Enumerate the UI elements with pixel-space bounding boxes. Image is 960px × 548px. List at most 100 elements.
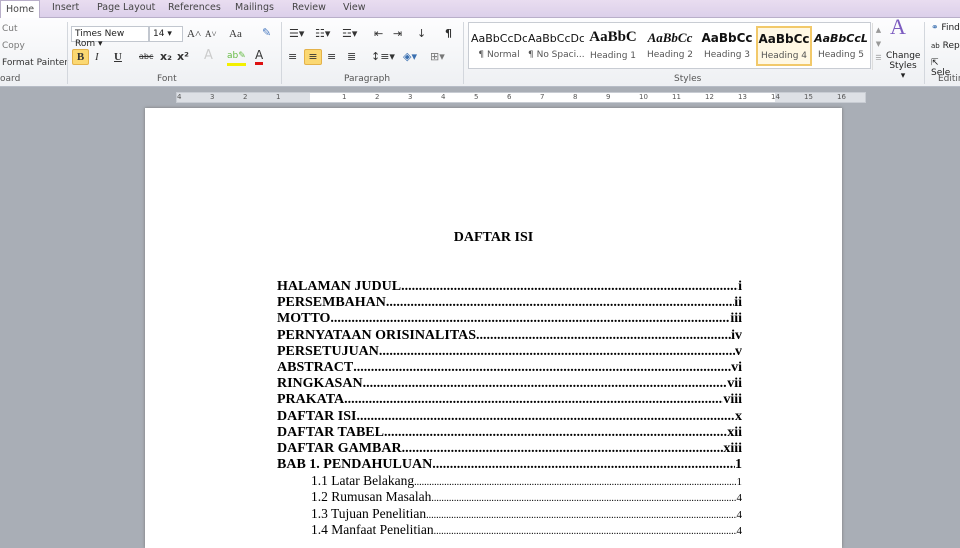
highlight-icon[interactable]: ab✎ [227,49,246,66]
tab-mailings[interactable]: Mailings [235,2,274,13]
bullets-icon[interactable]: ☰▾ [289,27,304,41]
line-spacing-icon[interactable]: ↕≡▾ [371,50,395,64]
style-name: Heading 3 [703,50,751,60]
ruler-number: 4 [177,93,182,101]
show-marks-icon[interactable]: ¶ [445,27,452,41]
tab-review[interactable]: Review [292,2,326,13]
toc-entry[interactable]: ABSTRACT vi [277,360,742,376]
italic-button[interactable]: I [95,50,99,64]
multilevel-list-icon[interactable]: ☲▾ [342,27,357,41]
gallery-scroll[interactable]: ▲ ▼ ☰ [872,23,884,70]
tab-home[interactable]: Home [0,0,41,19]
align-right-icon[interactable]: ≡ [327,50,336,64]
font-name-select[interactable]: Times New Rom ▾ [71,26,149,49]
toc-page-number: ii [734,295,742,311]
style-heading-2[interactable]: AaBbCc Heading 2 [642,26,698,66]
superscript-button[interactable]: x² [177,50,189,64]
ruler-number: 8 [573,93,578,101]
toc-entry[interactable]: 1.3 Tujuan Penelitian 4 [277,506,742,522]
text-effects-icon[interactable]: A [204,49,213,63]
ruler-number: 10 [639,93,648,101]
toc-entry-text: BAB 1. PENDAHULUAN [277,457,433,473]
style-no-spacing[interactable]: AaBbCcDc ¶ No Spaci... [528,26,585,66]
find-button[interactable]: ⚭ Find [931,23,960,33]
toc-entry[interactable]: 1.1 Latar Belakang 1 [277,473,742,489]
style-name: Heading 2 [646,50,694,60]
style-name: Heading 1 [589,51,637,61]
align-center-icon[interactable]: ≡ [304,49,322,65]
toc-entry[interactable]: DAFTAR GAMBAR xiii [277,441,742,457]
cut-button[interactable]: Cut [2,24,18,34]
style-preview: AaBbCc [701,31,753,45]
tab-references[interactable]: References [168,2,221,13]
toc-entry[interactable]: PRAKATA viii [277,392,742,408]
decrease-indent-icon[interactable]: ⇤ [374,27,383,41]
style-heading-4[interactable]: AaBbCc Heading 4 [756,26,812,66]
style-heading-3[interactable]: AaBbCc Heading 3 [699,26,755,66]
toc-entry-text: PERNYATAAN ORISINALITAS [277,327,477,343]
underline-button[interactable]: U [114,50,122,64]
copy-button[interactable]: Copy [2,41,25,51]
ruler-number: 2 [375,93,380,101]
binoculars-icon: ⚭ [931,23,939,33]
increase-indent-icon[interactable]: ⇥ [393,27,402,41]
grow-font-icon[interactable]: A˄ [187,27,201,41]
format-painter-button[interactable]: Format Painter [2,58,68,68]
document-page[interactable]: DAFTAR ISI HALAMAN JUDULiPERSEMBAHANiiMO… [145,108,842,548]
shrink-font-icon[interactable]: A˅ [205,27,217,41]
toc-entry-text: HALAMAN JUDUL [277,279,402,294]
numbering-icon[interactable]: ☷▾ [315,27,330,41]
toc-entry[interactable]: BAB 1. PENDAHULUAN 1 [277,457,742,473]
style-heading-5[interactable]: AaBbCcL Heading 5 [813,26,869,66]
dot-leader [353,360,731,376]
change-styles-icon[interactable]: A [890,16,906,38]
toc-page-number: 1 [735,457,742,473]
dot-leader [432,457,735,473]
shading-icon[interactable]: ◈▾ [403,50,417,64]
replace-label: Rep [942,41,960,51]
style-preview: AaBbC [589,29,637,45]
subscript-button[interactable]: x₂ [160,50,172,64]
change-case-icon[interactable]: Aa [229,27,242,41]
strikethrough-button[interactable]: abc [139,50,153,64]
style-normal[interactable]: AaBbCcDc ¶ Normal [471,26,527,66]
toc-entry[interactable]: HALAMAN JUDUL i [277,279,742,295]
toc-entry[interactable]: 1.2 Rumusan Masalah 4 [277,489,742,505]
toc-entry[interactable]: PERSEMBAHAN ii [277,295,742,311]
bold-button[interactable]: B [72,49,89,65]
toc-page-number: 4 [736,524,743,537]
dot-leader [330,311,730,327]
toc-entry[interactable]: RINGKASAN vii [277,376,742,392]
horizontal-ruler[interactable]: 4 3 2 1 1 2 3 4 5 6 7 8 9 10 11 12 13 14 15 16 [176,92,866,103]
ribbon-tabs: Home Insert Page Layout References Maili… [0,0,960,19]
toc-page-number: xii [727,424,742,440]
justify-icon[interactable]: ≣ [347,50,356,64]
dot-leader [384,425,727,441]
editing-group-label: Editin [938,74,960,84]
tab-view[interactable]: View [343,2,366,13]
clipboard-group-label: oard [0,74,21,84]
change-styles-button[interactable]: Change Styles ▾ [886,51,920,81]
style-heading-1[interactable]: AaBbC Heading 1 [585,26,641,66]
toc-entry-text: PERSEMBAHAN [277,295,386,311]
font-size-select[interactable]: 14 ▾ [149,26,183,42]
borders-icon[interactable]: ⊞▾ [430,50,445,64]
tab-insert[interactable]: Insert [52,2,79,13]
replace-button[interactable]: ab Rep [931,41,960,51]
toc-entry[interactable]: DAFTAR ISI x [277,409,742,425]
align-left-icon[interactable]: ≡ [288,50,297,64]
clear-formatting-icon[interactable]: ✎ [262,26,271,40]
ruler-number: 3 [408,93,413,101]
font-size-value: 14 [153,29,165,39]
toc-entry[interactable]: PERSETUJUAN v [277,344,742,360]
toc-entry[interactable]: 1.4 Manfaat Penelitian 4 [277,522,742,538]
toc-entry-text: DAFTAR GAMBAR [277,440,402,456]
sort-icon[interactable]: ↓ [417,27,426,41]
toc-page-number: i [738,279,742,294]
toc-entry[interactable]: DAFTAR TABEL xii [277,425,742,441]
font-color-icon[interactable]: A [255,48,264,65]
toc-page-number: v [735,343,742,359]
toc-entry[interactable]: PERNYATAAN ORISINALITAS iv [277,328,742,344]
tab-page-layout[interactable]: Page Layout [97,2,155,13]
toc-entry[interactable]: MOTTO iii [277,311,742,327]
